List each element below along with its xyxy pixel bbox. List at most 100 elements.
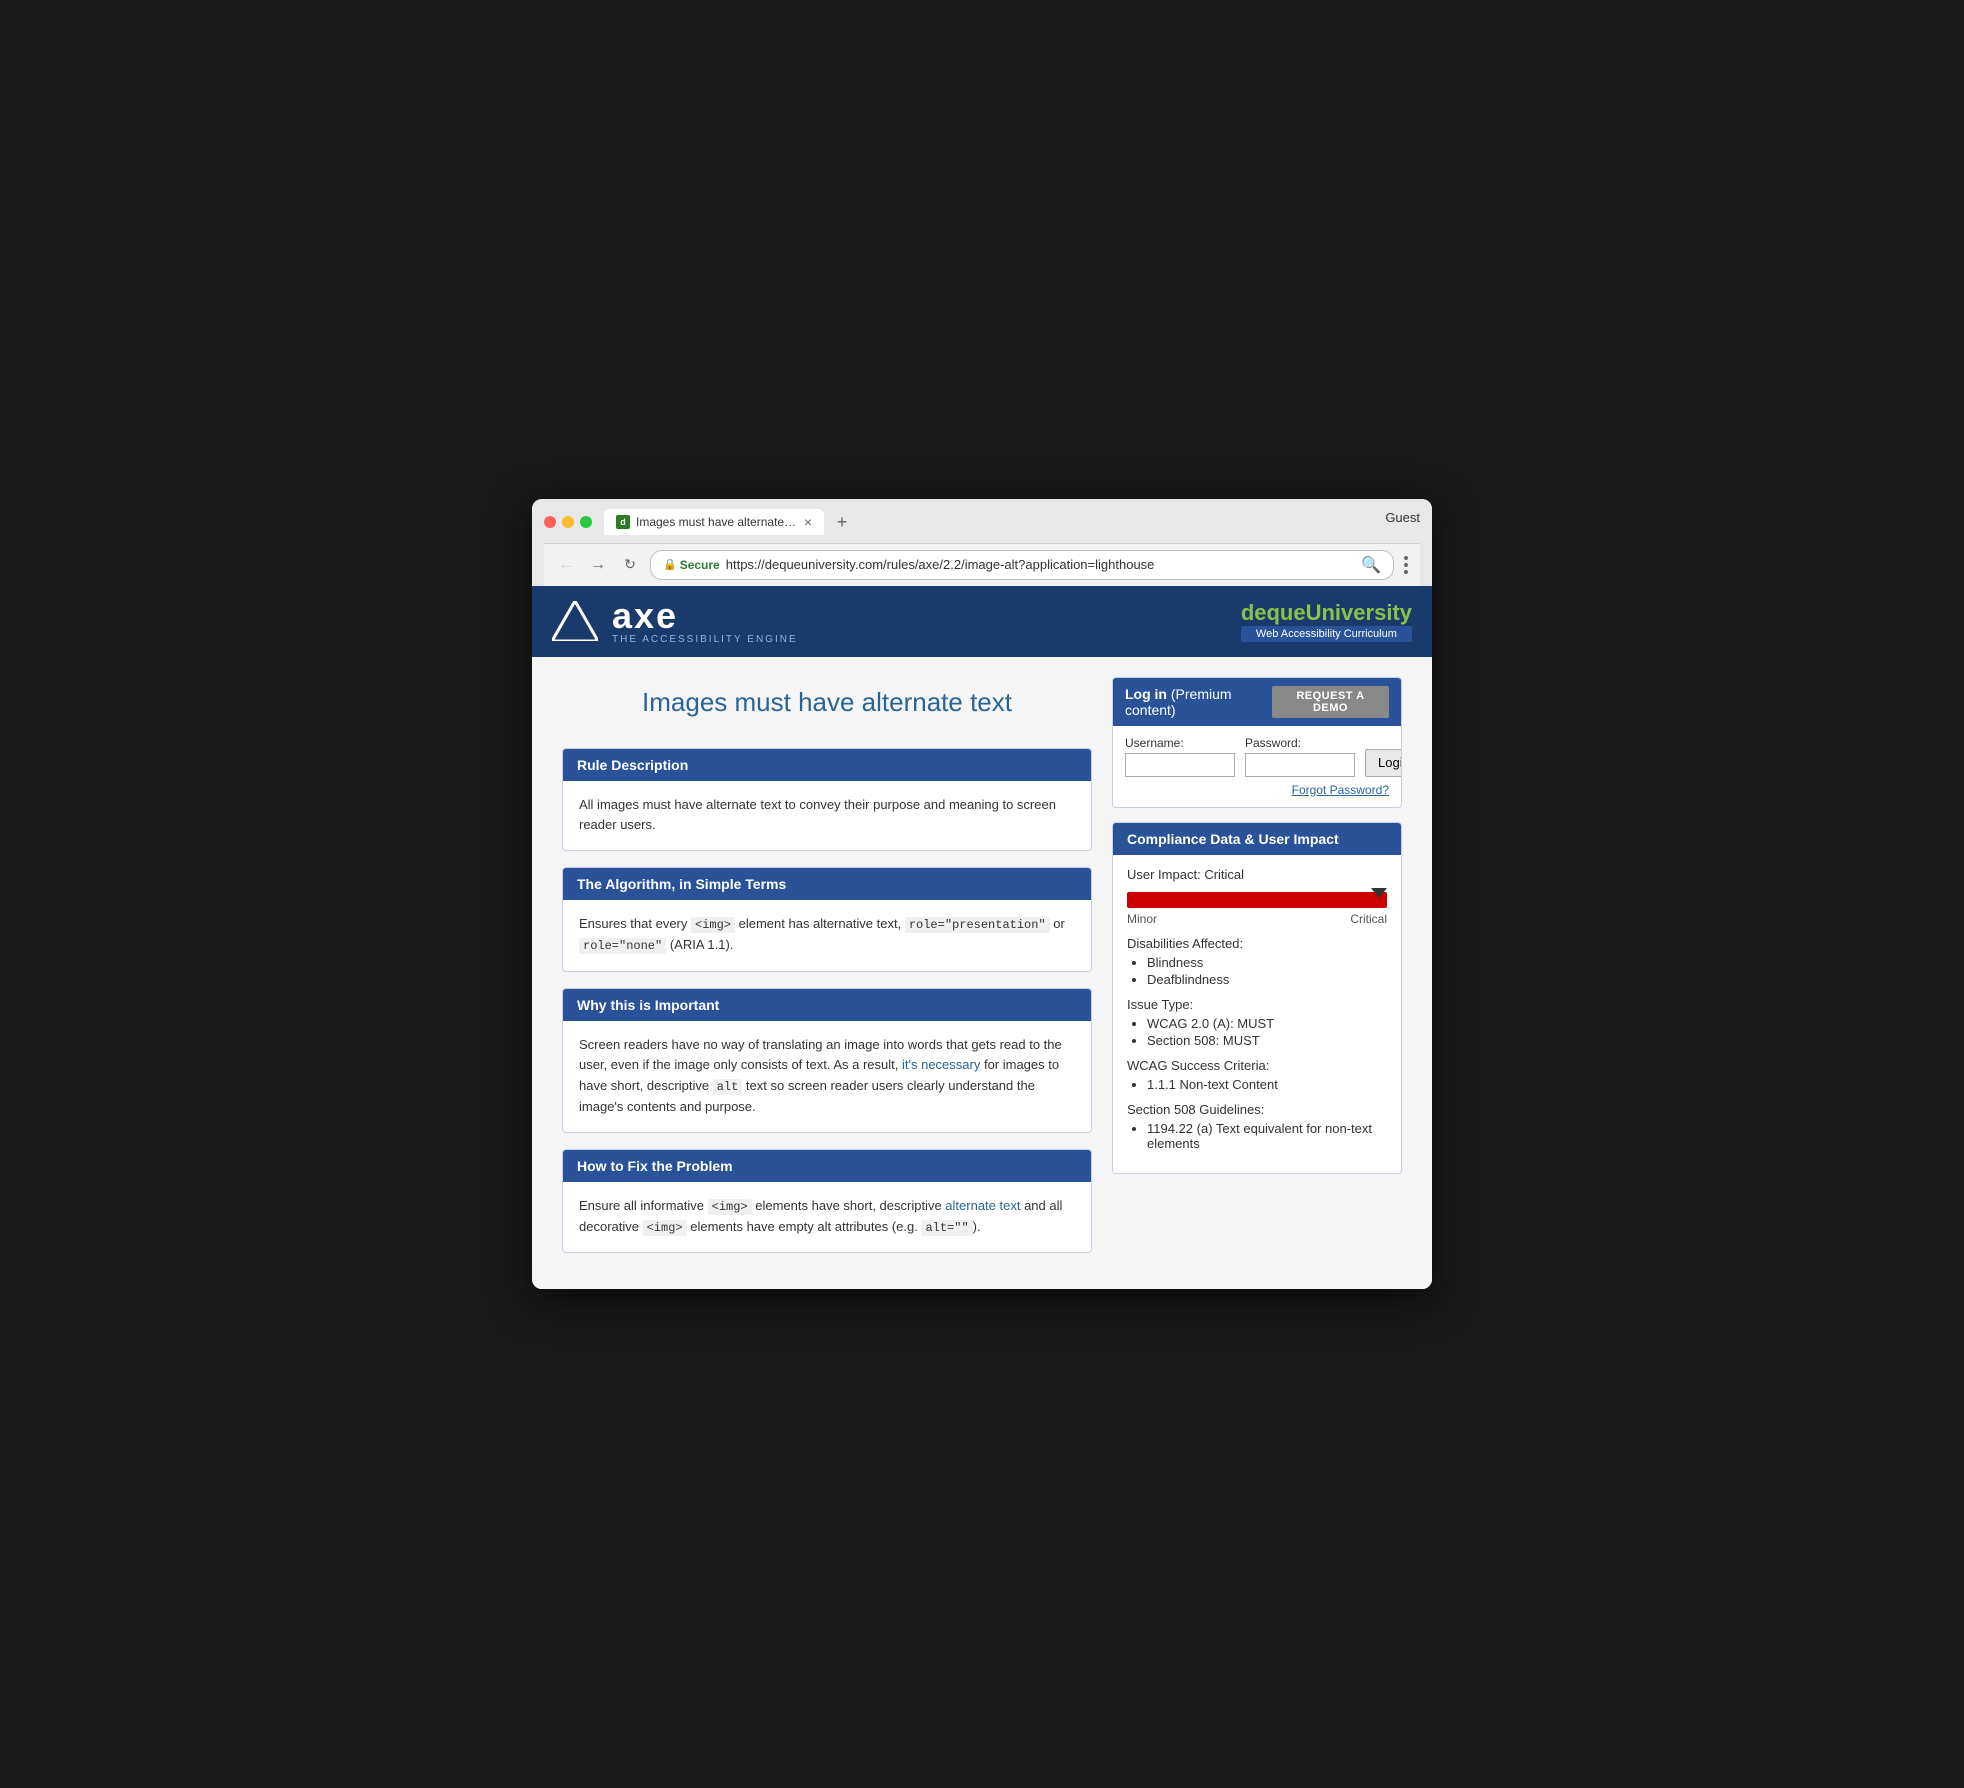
user-impact-label: User Impact: (1127, 867, 1201, 882)
maximize-button[interactable] (580, 516, 592, 528)
wcag-label: WCAG Success Criteria: (1127, 1058, 1387, 1073)
page-title: Images must have alternate text (562, 677, 1092, 728)
title-bar: d Images must have alternate te… × + Gue… (544, 509, 1420, 535)
new-tab-button[interactable]: + (828, 511, 856, 535)
login-fields: Username: Password: Login (1125, 736, 1389, 777)
necessary-link[interactable]: it's necessary (902, 1057, 980, 1072)
algorithm-card: The Algorithm, in Simple Terms Ensures t… (562, 867, 1092, 971)
compliance-box: Compliance Data & User Impact User Impac… (1112, 822, 1402, 1174)
how-to-fix-body: Ensure all informative <img> elements ha… (563, 1182, 1091, 1252)
impact-label-minor: Minor (1127, 912, 1157, 926)
login-body: Username: Password: Login Forgot Passwor… (1113, 726, 1401, 807)
refresh-button[interactable]: ↻ (618, 553, 642, 577)
main-content: Images must have alternate text Rule Des… (532, 657, 1432, 1290)
username-label: Username: (1125, 736, 1235, 750)
address-bar[interactable]: 🔒 Secure https://dequeuniversity.com/rul… (650, 550, 1394, 580)
axe-triangle-icon (552, 601, 598, 641)
browser-chrome: d Images must have alternate te… × + Gue… (532, 499, 1432, 586)
issue-type-section: Issue Type: WCAG 2.0 (A): MUST Section 5… (1127, 997, 1387, 1048)
forgot-password-link[interactable]: Forgot Password? (1292, 783, 1389, 797)
wcag-list: 1.1.1 Non-text Content (1127, 1077, 1387, 1092)
login-title: Log in (Premium content) (1125, 686, 1272, 718)
tab-close-icon[interactable]: × (804, 515, 812, 529)
username-input[interactable] (1125, 753, 1235, 777)
algorithm-body: Ensures that every <img> element has alt… (563, 900, 1091, 970)
axe-brand-name: axe (612, 598, 798, 634)
minimize-button[interactable] (562, 516, 574, 528)
why-important-header: Why this is Important (563, 989, 1091, 1021)
disabilities-list: Blindness Deafblindness (1127, 955, 1387, 987)
list-item: Section 508: MUST (1147, 1033, 1387, 1048)
disabilities-section: Disabilities Affected: Blindness Deafbli… (1127, 936, 1387, 987)
url-path: /rules/axe/2.2/image-alt?application=lig… (883, 557, 1154, 572)
password-input[interactable] (1245, 753, 1355, 777)
img-tag-code: <img> (691, 917, 735, 933)
lock-icon: 🔒 (663, 558, 677, 571)
login-header: Log in (Premium content) REQUEST A DEMO (1113, 678, 1401, 726)
rule-description-header: Rule Description (563, 749, 1091, 781)
role-presentation-code: role="presentation" (905, 917, 1050, 933)
login-title-bold: Log in (1125, 686, 1167, 702)
list-item: Blindness (1147, 955, 1387, 970)
axe-text-group: axe THE ACCESSIBILITY ENGINE (612, 598, 798, 645)
back-button[interactable]: ← (554, 553, 578, 577)
axe-subtitle: THE ACCESSIBILITY ENGINE (612, 634, 798, 645)
why-important-card: Why this is Important Screen readers hav… (562, 988, 1092, 1134)
section508-label: Section 508 Guidelines: (1127, 1102, 1387, 1117)
user-impact-section: User Impact: Critical (1127, 867, 1387, 882)
axe-logo: axe THE ACCESSIBILITY ENGINE (552, 598, 798, 645)
issue-type-label: Issue Type: (1127, 997, 1387, 1012)
url-base: https://dequeuniversity.com (726, 557, 883, 572)
how-to-fix-header: How to Fix the Problem (563, 1150, 1091, 1182)
secure-label: Secure (680, 558, 720, 572)
section508-list: 1194.22 (a) Text equivalent for non-text… (1127, 1121, 1387, 1151)
compliance-header: Compliance Data & User Impact (1113, 823, 1401, 855)
list-item: 1194.22 (a) Text equivalent for non-text… (1147, 1121, 1387, 1151)
impact-labels: Minor Critical (1127, 912, 1387, 926)
guest-label: Guest (1385, 510, 1420, 533)
issue-type-list: WCAG 2.0 (A): MUST Section 508: MUST (1127, 1016, 1387, 1048)
browser-window: d Images must have alternate te… × + Gue… (532, 499, 1432, 1290)
menu-dot-2 (1404, 563, 1408, 567)
list-item: 1.1.1 Non-text Content (1147, 1077, 1387, 1092)
site-header: axe THE ACCESSIBILITY ENGINE dequeUniver… (532, 586, 1432, 657)
browser-tabs: d Images must have alternate te… × + (604, 509, 1385, 535)
alternate-text-link[interactable]: alternate text (945, 1198, 1020, 1213)
rule-description-body: All images must have alternate text to c… (563, 781, 1091, 851)
deque-suffix: University (1306, 600, 1412, 625)
forgot-password-container: Forgot Password? (1125, 783, 1389, 797)
impact-indicator (1371, 888, 1387, 898)
secure-badge: 🔒 Secure (663, 558, 720, 572)
site-content: axe THE ACCESSIBILITY ENGINE dequeUniver… (532, 586, 1432, 1290)
img-tag-code-2: <img> (708, 1199, 752, 1215)
impact-bar (1127, 892, 1387, 908)
search-button[interactable]: 🔍 (1361, 555, 1381, 575)
how-to-fix-card: How to Fix the Problem Ensure all inform… (562, 1149, 1092, 1253)
wcag-section: WCAG Success Criteria: 1.1.1 Non-text Co… (1127, 1058, 1387, 1092)
alt-code: alt (713, 1079, 743, 1095)
deque-name: dequeUniversity (1241, 600, 1412, 626)
close-button[interactable] (544, 516, 556, 528)
right-column: Log in (Premium content) REQUEST A DEMO … (1112, 677, 1402, 1270)
menu-button[interactable] (1402, 554, 1410, 576)
impact-label-critical: Critical (1350, 912, 1387, 926)
menu-dot-1 (1404, 556, 1408, 560)
rule-description-card: Rule Description All images must have al… (562, 748, 1092, 852)
login-button[interactable]: Login (1365, 749, 1402, 777)
forward-button[interactable]: → (586, 553, 610, 577)
why-important-body: Screen readers have no way of translatin… (563, 1021, 1091, 1133)
active-tab[interactable]: d Images must have alternate te… × (604, 509, 824, 535)
algorithm-header: The Algorithm, in Simple Terms (563, 868, 1091, 900)
user-impact-value: Critical (1204, 867, 1244, 882)
list-item: Deafblindness (1147, 972, 1387, 987)
alt-empty-code: alt="" (921, 1220, 972, 1236)
favicon-letter: d (620, 517, 626, 527)
traffic-lights (544, 516, 592, 528)
role-none-code: role="none" (579, 938, 666, 954)
password-label: Password: (1245, 736, 1355, 750)
rule-description-text: All images must have alternate text to c… (579, 797, 1056, 833)
address-url: https://dequeuniversity.com/rules/axe/2.… (726, 557, 1155, 572)
username-field-group: Username: (1125, 736, 1235, 777)
request-demo-button[interactable]: REQUEST A DEMO (1272, 686, 1389, 718)
compliance-body: User Impact: Critical Minor Critical (1113, 855, 1401, 1173)
